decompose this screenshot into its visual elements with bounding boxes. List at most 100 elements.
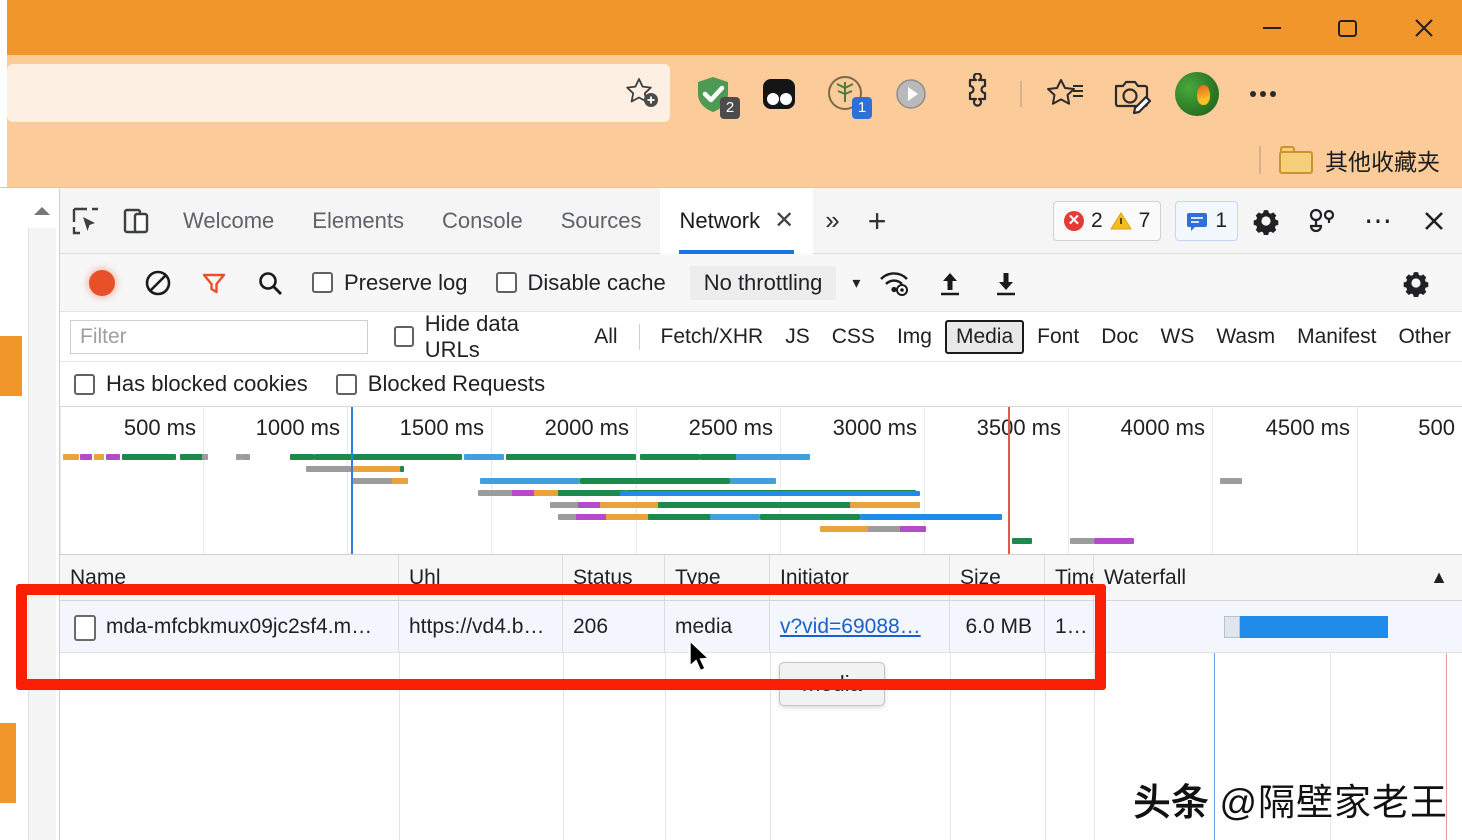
cell-initiator[interactable]: v?vid=69088… [770, 601, 950, 653]
filter-type-doc[interactable]: Doc [1092, 322, 1147, 352]
preserve-log-box[interactable] [312, 272, 333, 293]
profile-avatar[interactable] [1174, 71, 1220, 117]
column-header-name[interactable]: Name [60, 555, 399, 601]
column-header-initiator[interactable]: Initiator [770, 555, 950, 601]
star-add-icon[interactable] [614, 64, 670, 122]
has-blocked-cookies-box[interactable] [74, 373, 95, 395]
overview-request-bar [94, 454, 104, 460]
filter-type-fetch-xhr[interactable]: Fetch/XHR [652, 322, 773, 352]
filter-type-img[interactable]: Img [888, 322, 941, 352]
column-header-time[interactable]: Time [1045, 555, 1094, 601]
filter-type-all[interactable]: All [585, 322, 626, 352]
cell-size[interactable]: 6.0 MB [950, 601, 1045, 653]
filter-input[interactable]: Filter [70, 319, 368, 354]
add-panel-button[interactable]: + [852, 205, 903, 237]
close-devtools-icon[interactable] [1406, 188, 1462, 254]
import-har-icon[interactable] [922, 254, 978, 312]
page-edge-strip-top [0, 336, 22, 396]
export-har-icon[interactable] [978, 254, 1034, 312]
issues-counter[interactable]: ✕ 2 7 [1052, 200, 1162, 241]
cell-url[interactable]: https://vd4.b… [399, 601, 563, 653]
blocked-requests-box[interactable] [335, 373, 357, 395]
filter-funnel-icon[interactable] [186, 254, 242, 312]
adblock-shield-icon[interactable]: 2 [690, 71, 740, 119]
minimize-button[interactable] [1234, 0, 1310, 55]
tab-sources[interactable]: Sources [542, 188, 661, 254]
vertical-scrollbar[interactable] [28, 228, 56, 840]
overview-tick-1500: 1500 ms [399, 415, 484, 440]
cell-waterfall[interactable] [1094, 601, 1462, 653]
cell-type[interactable]: media [665, 601, 770, 653]
close-icon[interactable]: ✕ [774, 208, 794, 233]
column-header-waterfall[interactable]: Waterfall [1094, 555, 1462, 601]
more-settings-icon[interactable] [1240, 71, 1286, 117]
maximize-restore-button[interactable] [1310, 0, 1386, 55]
cell-time[interactable]: 1… [1045, 601, 1094, 653]
extension-tree-icon[interactable]: 1 [822, 71, 872, 119]
cell-status[interactable]: 206 [563, 601, 665, 653]
address-bar[interactable] [7, 64, 670, 122]
overview-request-bar [558, 490, 626, 496]
has-blocked-cookies-checkbox[interactable]: Has blocked cookies [74, 371, 308, 397]
wifi-settings-icon[interactable] [866, 254, 922, 312]
bookmarks-bar: 其他收藏夹 [0, 132, 1462, 187]
other-favorites-group[interactable]: 其他收藏夹 [1259, 132, 1440, 187]
tab-welcome[interactable]: Welcome [164, 188, 293, 254]
disable-cache-checkbox[interactable]: Disable cache [495, 270, 666, 296]
overview-request-bar [576, 514, 608, 520]
tab-network[interactable]: Network ✕ [660, 187, 814, 254]
filter-type-media[interactable]: Media [944, 319, 1025, 354]
disable-cache-box[interactable] [495, 272, 517, 293]
filter-type-js[interactable]: JS [776, 322, 819, 352]
column-header-size[interactable]: Size [950, 555, 1045, 601]
column-header-type[interactable]: Type [665, 555, 770, 601]
overview-tick-5000: 500 [1418, 415, 1455, 440]
column-header-url[interactable]: Uhl [399, 555, 563, 601]
chevron-down-icon[interactable]: ▾ [852, 273, 860, 293]
overview-request-bar [180, 454, 204, 460]
dock-side-icon[interactable] [1294, 188, 1350, 254]
network-settings-gear-icon[interactable] [1388, 254, 1444, 312]
overview-request-bar [600, 502, 660, 508]
close-window-button[interactable] [1386, 0, 1462, 55]
network-table-header: Name Uhl Status Type Initiator Size Time… [60, 555, 1462, 601]
hide-data-urls-checkbox[interactable]: Hide data URLs [393, 311, 569, 363]
messages-counter[interactable]: 1 [1175, 200, 1238, 241]
sort-ascending-icon[interactable]: ▲ [1430, 567, 1448, 588]
overview-request-bar [658, 502, 718, 508]
extensions-puzzle-icon[interactable] [954, 71, 1000, 117]
device-toolbar-icon[interactable] [112, 188, 164, 254]
blocked-requests-checkbox[interactable]: Blocked Requests [335, 371, 545, 397]
extension-play-icon[interactable] [888, 71, 934, 117]
filter-type-ws[interactable]: WS [1152, 322, 1204, 352]
network-overview-timeline[interactable]: 500 ms 1000 ms 1500 ms 2000 ms 2500 ms 3… [60, 407, 1462, 555]
cell-name[interactable]: mda-mfcbkmux09jc2sf4.m… [60, 601, 399, 653]
preserve-log-checkbox[interactable]: Preserve log [312, 270, 468, 296]
overview-tick-500: 500 ms [123, 415, 196, 440]
filter-type-font[interactable]: Font [1028, 322, 1088, 352]
filter-type-manifest[interactable]: Manifest [1288, 322, 1385, 352]
web-capture-icon[interactable] [1108, 71, 1154, 117]
tab-elements[interactable]: Elements [293, 188, 423, 254]
filter-type-other[interactable]: Other [1389, 322, 1460, 352]
collections-star-icon[interactable] [1042, 71, 1088, 117]
tab-console[interactable]: Console [423, 188, 542, 254]
table-row[interactable]: mda-mfcbkmux09jc2sf4.m… https://vd4.b… 2… [60, 601, 1462, 653]
filter-type-css[interactable]: CSS [823, 322, 884, 352]
window-controls [1234, 0, 1462, 55]
clear-icon[interactable] [130, 254, 186, 312]
hide-data-urls-box[interactable] [393, 326, 414, 347]
scroll-up-arrow[interactable] [28, 198, 56, 226]
extension-black-icon[interactable] [756, 71, 802, 117]
more-tabs-chevron-icon[interactable]: » [813, 205, 851, 236]
filter-type-wasm[interactable]: Wasm [1207, 322, 1284, 352]
bookmarks-divider [1259, 145, 1261, 174]
overview-request-bar [352, 478, 396, 484]
inspect-element-icon[interactable] [60, 188, 112, 254]
search-icon[interactable] [242, 254, 298, 312]
record-button[interactable] [74, 254, 130, 312]
column-header-status[interactable]: Status [563, 555, 665, 601]
gear-icon[interactable] [1238, 188, 1294, 254]
throttling-select[interactable]: No throttling [689, 265, 837, 300]
devtools-more-options-icon[interactable]: ⋯ [1350, 188, 1406, 254]
